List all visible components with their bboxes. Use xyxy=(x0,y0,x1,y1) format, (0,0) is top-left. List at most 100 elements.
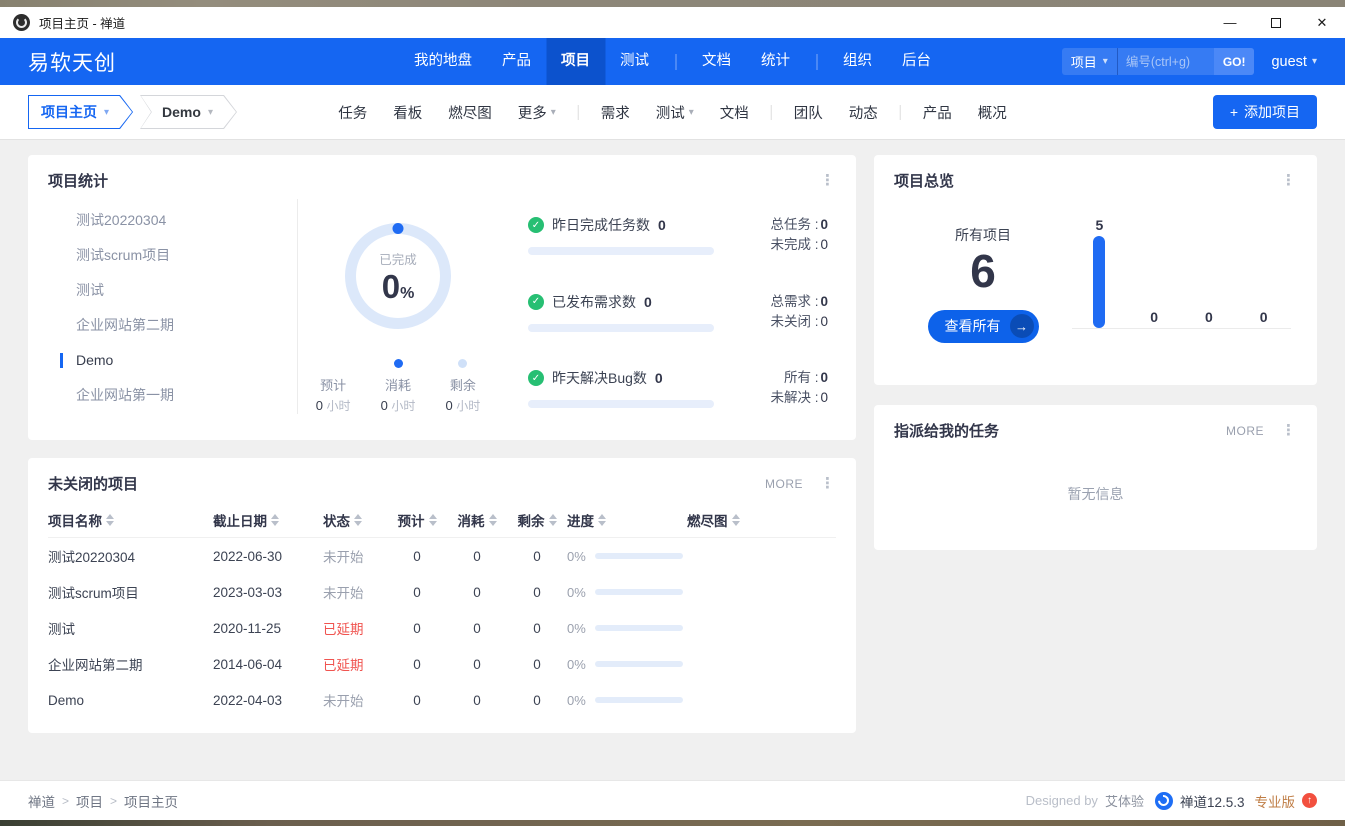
kebab-menu-icon[interactable]: ⋮ xyxy=(817,173,838,188)
column-header-progress[interactable]: 进度 xyxy=(567,510,687,530)
search-category-select[interactable]: 项目 ▾ xyxy=(1062,48,1118,75)
designer-link[interactable]: 艾体验 xyxy=(1105,791,1144,810)
sort-icon xyxy=(106,514,114,526)
crumb-current-project[interactable]: Demo ▾ xyxy=(140,95,237,129)
footer-right: Designed by 艾体验 禅道12.5.3 专业版 ↑ xyxy=(1026,791,1317,811)
column-header-deadline[interactable]: 截止日期 xyxy=(213,510,323,530)
column-header-status[interactable]: 状态 xyxy=(323,510,387,530)
upgrade-icon[interactable]: ↑ xyxy=(1302,793,1317,808)
bar-column: 0 xyxy=(1236,211,1291,328)
progress-track xyxy=(595,553,683,559)
project-list-item[interactable]: 企业网站第一期 xyxy=(48,378,297,413)
tool-item-task[interactable]: 任务 xyxy=(325,102,380,123)
search-input[interactable] xyxy=(1118,48,1214,75)
stat-side-numbers: 所有 :0 未解决 :0 xyxy=(770,368,832,408)
tool-item-test[interactable]: 测试▾ xyxy=(643,102,707,123)
nav-item-product[interactable]: 产品 xyxy=(487,38,546,85)
nav-item-project[interactable]: 项目 xyxy=(546,38,605,85)
project-menu: 任务 看板 燃尽图 更多▾ 需求 测试▾ 文档 团队 动态 产品 概况 xyxy=(325,102,1020,123)
crumb-project-home[interactable]: 项目主页 ▾ xyxy=(28,95,133,129)
check-circle-icon: ✓ xyxy=(528,294,544,310)
close-button[interactable]: ✕ xyxy=(1299,7,1345,38)
project-name: 测试 xyxy=(76,282,104,298)
column-header-name[interactable]: 项目名称 xyxy=(48,510,213,530)
progress-track xyxy=(595,661,683,667)
status-badge: 已延期 xyxy=(323,622,364,637)
stat-label: 已发布需求数 xyxy=(552,292,636,312)
tool-item-overview[interactable]: 概况 xyxy=(965,102,1020,123)
breadcrumb-zentao[interactable]: 禅道 xyxy=(28,791,55,811)
minimize-button[interactable]: — xyxy=(1207,7,1253,38)
tool-item-burn[interactable]: 燃尽图 xyxy=(435,102,505,123)
column-header-remain[interactable]: 剩余 xyxy=(507,510,567,530)
more-link[interactable]: MORE xyxy=(1226,424,1264,438)
project-list-item[interactable]: 测试 xyxy=(48,273,297,308)
kebab-menu-icon[interactable]: ⋮ xyxy=(1278,423,1299,438)
window-controls: — ✕ xyxy=(1207,7,1345,38)
column-header-estimate[interactable]: 预计 xyxy=(387,510,447,530)
cell-deadline: 2023-03-03 xyxy=(213,585,323,600)
progress-percent: 0% xyxy=(567,621,586,636)
kebab-menu-icon[interactable]: ⋮ xyxy=(817,476,838,491)
breadcrumb-project-home[interactable]: 项目主页 xyxy=(124,791,178,811)
table-row[interactable]: Demo 2022-04-03 未开始 0 0 0 0% xyxy=(48,682,836,718)
nav-item-stats[interactable]: 统计 xyxy=(746,38,805,85)
user-menu[interactable]: guest ▾ xyxy=(1271,54,1317,70)
nav-item-org[interactable]: 组织 xyxy=(828,38,887,85)
donut-ring: 已完成 0% xyxy=(345,223,451,329)
search-go-button[interactable]: GO! xyxy=(1214,48,1255,75)
status-badge: 已延期 xyxy=(323,658,364,673)
cell-deadline: 2020-11-25 xyxy=(213,621,323,636)
table-header-row: 项目名称 截止日期 状态 预计 消耗 剩余 进度 燃尽图 xyxy=(48,502,836,538)
tool-item-kanban[interactable]: 看板 xyxy=(380,102,435,123)
stat-progress-track xyxy=(528,324,714,332)
progress-track xyxy=(595,697,683,703)
tool-label: 更多 xyxy=(518,102,547,123)
tool-label: 文档 xyxy=(720,102,749,123)
column-header-consumed[interactable]: 消耗 xyxy=(447,510,507,530)
legend-dot-icon xyxy=(329,359,338,368)
tool-label: 产品 xyxy=(923,102,952,123)
bar-value: 0 xyxy=(1150,309,1158,325)
stat-label: 昨日完成任务数 xyxy=(552,215,650,235)
edition-link[interactable]: 专业版 xyxy=(1255,791,1296,811)
table-row[interactable]: 测试20220304 2022-06-30 未开始 0 0 0 0% xyxy=(48,538,836,574)
tool-item-story[interactable]: 需求 xyxy=(588,102,643,123)
project-list-item[interactable]: 企业网站第二期 xyxy=(48,308,297,343)
tool-item-product[interactable]: 产品 xyxy=(910,102,965,123)
cell-consumed: 0 xyxy=(447,693,507,708)
kebab-menu-icon[interactable]: ⋮ xyxy=(1278,173,1299,188)
zentao-app-icon xyxy=(13,14,30,31)
nav-item-my[interactable]: 我的地盘 xyxy=(399,38,487,85)
more-link[interactable]: MORE xyxy=(765,477,803,491)
nav-item-admin[interactable]: 后台 xyxy=(887,38,946,85)
cell-remain: 0 xyxy=(507,657,567,672)
stat-row: ✓ 已发布需求数 0 总需求 :0 未关闭 :0 xyxy=(528,292,832,332)
tool-item-team[interactable]: 团队 xyxy=(781,102,836,123)
stat-value: 0 xyxy=(658,217,666,233)
column-header-burndown[interactable]: 燃尽图 xyxy=(687,510,836,530)
tool-item-dynamic[interactable]: 动态 xyxy=(836,102,891,123)
stat-label: 昨天解决Bug数 xyxy=(552,368,647,388)
table-row[interactable]: 测试scrum项目 2023-03-03 未开始 0 0 0 0% xyxy=(48,574,836,610)
tool-item-doc[interactable]: 文档 xyxy=(707,102,762,123)
legend-value: 0 小时 xyxy=(316,397,351,414)
add-project-button[interactable]: + 添加项目 xyxy=(1213,95,1317,129)
stat-side-value: 0 xyxy=(820,390,828,405)
tool-item-more[interactable]: 更多▾ xyxy=(505,102,569,123)
project-list-item[interactable]: 测试scrum项目 xyxy=(48,238,297,273)
stat-side-key: 总需求 : xyxy=(770,294,818,309)
nav-item-test[interactable]: 测试 xyxy=(605,38,664,85)
view-all-button[interactable]: 查看所有 → xyxy=(928,310,1039,343)
project-list-item[interactable]: 测试20220304 xyxy=(48,203,297,238)
table-row[interactable]: 企业网站第二期 2014-06-04 已延期 0 0 0 0% xyxy=(48,646,836,682)
cell-estimate: 0 xyxy=(387,621,447,636)
project-list-item[interactable]: Demo xyxy=(48,343,297,378)
maximize-button[interactable] xyxy=(1253,7,1299,38)
stat-side-key: 所有 : xyxy=(784,370,819,385)
nav-item-doc[interactable]: 文档 xyxy=(687,38,746,85)
toolbar-divider xyxy=(900,105,901,120)
brand-logo[interactable]: 易软天创 xyxy=(28,47,116,77)
breadcrumb-project[interactable]: 项目 xyxy=(76,791,103,811)
table-row[interactable]: 测试 2020-11-25 已延期 0 0 0 0% xyxy=(48,610,836,646)
